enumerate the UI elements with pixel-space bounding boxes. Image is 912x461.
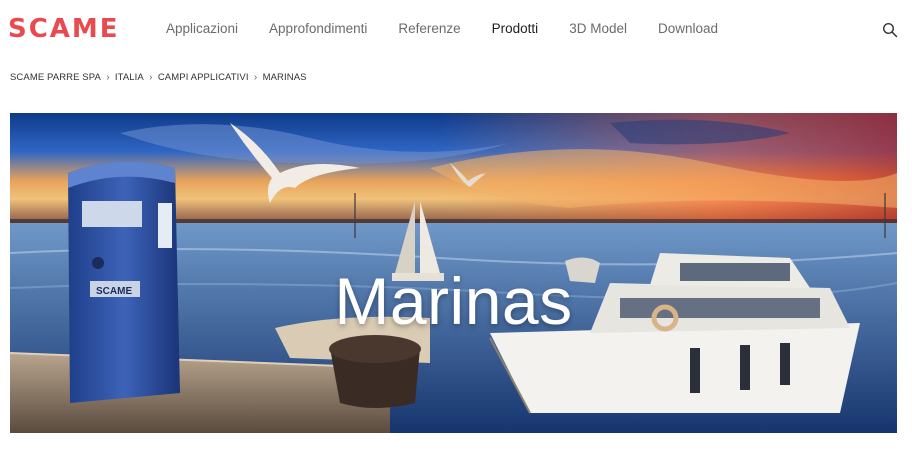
breadcrumb: SCAME PARRE SPA › ITALIA › CAMPI APPLICA… bbox=[10, 72, 307, 83]
scame-logo[interactable]: SCAME bbox=[8, 15, 154, 39]
chevron-right-icon: › bbox=[149, 72, 153, 83]
hero-title: Marinas bbox=[334, 264, 573, 338]
nav-item-referenze[interactable]: Referenze bbox=[398, 21, 460, 36]
site-header: SCAME Applicazioni Approfondimenti Refer… bbox=[0, 0, 912, 60]
breadcrumb-item-scame-parre-spa[interactable]: SCAME PARRE SPA bbox=[10, 72, 101, 83]
chevron-right-icon: › bbox=[106, 72, 110, 83]
svg-text:SCAME: SCAME bbox=[8, 15, 120, 39]
search-icon bbox=[882, 22, 898, 38]
hero-banner: SCAME Marinas bbox=[10, 113, 897, 433]
breadcrumb-item-italia[interactable]: ITALIA bbox=[115, 72, 144, 83]
nav-item-download[interactable]: Download bbox=[658, 21, 718, 36]
breadcrumb-item-campi-applicativi[interactable]: CAMPI APPLICATIVI bbox=[158, 72, 249, 83]
breadcrumb-item-marinas: MARINAS bbox=[262, 72, 307, 83]
main-nav: Applicazioni Approfondimenti Referenze P… bbox=[166, 21, 718, 36]
search-button[interactable] bbox=[882, 22, 898, 38]
chevron-right-icon: › bbox=[253, 72, 258, 83]
nav-item-prodotti[interactable]: Prodotti bbox=[492, 21, 539, 36]
nav-item-applicazioni[interactable]: Applicazioni bbox=[166, 21, 238, 36]
nav-item-approfondimenti[interactable]: Approfondimenti bbox=[269, 21, 367, 36]
nav-item-3d-model[interactable]: 3D Model bbox=[569, 21, 627, 36]
